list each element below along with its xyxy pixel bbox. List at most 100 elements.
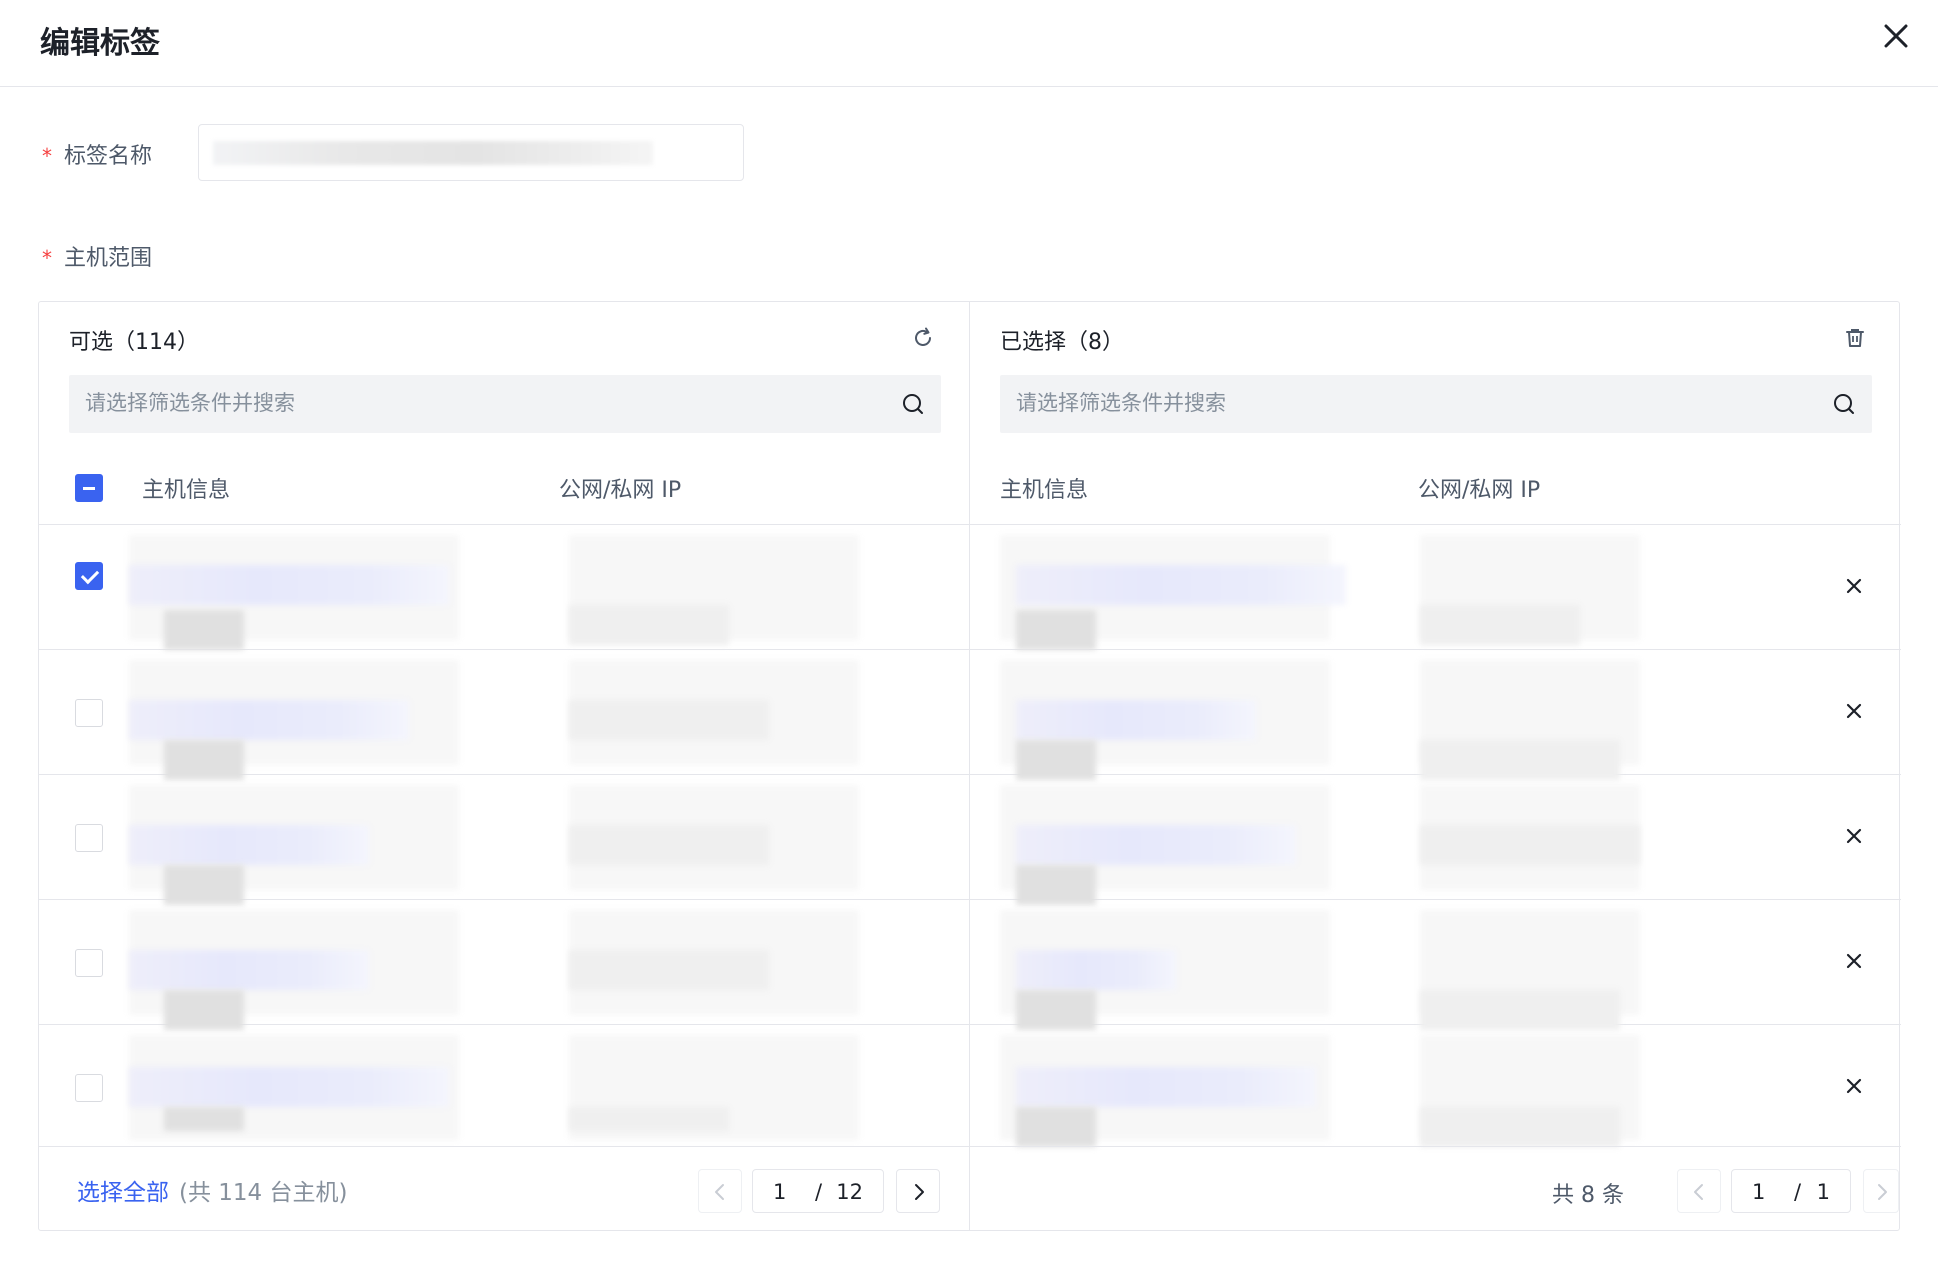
host-scope-label: * 主机范围 bbox=[42, 246, 153, 271]
tag-name-label: * 标签名称 bbox=[42, 144, 153, 169]
table-row[interactable] bbox=[39, 775, 969, 905]
row-checkbox[interactable] bbox=[75, 699, 103, 727]
table-row[interactable] bbox=[39, 1025, 969, 1150]
select-page-checkbox[interactable] bbox=[75, 474, 103, 502]
host-name-redacted bbox=[129, 1067, 449, 1107]
refresh-button[interactable] bbox=[911, 326, 935, 350]
host-sub-redacted bbox=[164, 990, 244, 1030]
total-hosts-text: (共 114 台主机) bbox=[179, 1180, 348, 1206]
ip-value-redacted bbox=[569, 605, 729, 645]
required-mark: * bbox=[42, 246, 52, 270]
current-page: 1 bbox=[773, 1180, 787, 1204]
tag-name-input[interactable] bbox=[198, 124, 744, 181]
ip-value-redacted bbox=[1420, 605, 1580, 645]
search-icon[interactable] bbox=[901, 392, 925, 416]
host-name-redacted bbox=[1016, 1067, 1316, 1107]
ip-value-redacted bbox=[1420, 825, 1640, 865]
close-icon[interactable] bbox=[1876, 16, 1916, 56]
col-ip: 公网/私网 IP bbox=[559, 478, 682, 503]
selected-table-header: 主机信息 公网/私网 IP bbox=[970, 444, 1901, 525]
host-sub-redacted bbox=[1016, 990, 1096, 1030]
selected-title: 已选择（8） bbox=[1000, 330, 1124, 355]
clear-all-button[interactable] bbox=[1843, 326, 1867, 350]
remove-icon[interactable] bbox=[1843, 575, 1865, 597]
available-title: 可选（114） bbox=[69, 330, 199, 355]
page-indicator[interactable]: 1 / 1 bbox=[1731, 1169, 1851, 1213]
ip-value-redacted bbox=[569, 825, 769, 865]
host-name-redacted bbox=[1016, 825, 1296, 865]
prev-page-button[interactable] bbox=[1677, 1169, 1721, 1213]
chevron-left-icon[interactable] bbox=[699, 1170, 743, 1214]
total-pages: 1 bbox=[1816, 1180, 1830, 1204]
ip-value-redacted bbox=[1420, 740, 1620, 780]
host-name-redacted bbox=[129, 825, 369, 865]
selected-search[interactable] bbox=[1000, 375, 1872, 433]
available-search[interactable] bbox=[69, 375, 941, 433]
host-sub-redacted bbox=[1016, 1107, 1096, 1147]
page-separator: / bbox=[815, 1180, 823, 1204]
trash-icon[interactable] bbox=[1843, 326, 1867, 350]
col-host-info: 主机信息 bbox=[1000, 478, 1089, 503]
host-sub-redacted bbox=[164, 865, 244, 905]
host-name-redacted bbox=[1016, 700, 1256, 740]
tag-name-value-redacted bbox=[213, 141, 653, 165]
ip-value-redacted bbox=[1420, 1107, 1620, 1147]
chevron-left-icon[interactable] bbox=[1678, 1170, 1722, 1214]
refresh-icon[interactable] bbox=[911, 326, 935, 350]
col-ip: 公网/私网 IP bbox=[1418, 478, 1541, 503]
available-table-header: 主机信息 公网/私网 IP bbox=[39, 444, 969, 525]
ip-value-redacted bbox=[569, 700, 769, 740]
total-pages: 12 bbox=[836, 1180, 863, 1204]
select-all-link[interactable]: 选择全部 bbox=[77, 1173, 169, 1207]
available-panel: 可选（114） 主机信息 公网/私网 IP bbox=[39, 302, 970, 1230]
required-mark: * bbox=[42, 144, 52, 168]
search-icon[interactable] bbox=[1832, 392, 1856, 416]
ip-value-redacted bbox=[1420, 990, 1620, 1030]
selected-total: 共 8 条 bbox=[1552, 1183, 1624, 1208]
selected-search-input[interactable] bbox=[1000, 375, 1820, 433]
selected-footer: 共 8 条 1 / 1 bbox=[970, 1146, 1901, 1230]
remove-icon[interactable] bbox=[1843, 950, 1865, 972]
row-checkbox[interactable] bbox=[75, 949, 103, 977]
dialog-header: 编辑标签 bbox=[0, 0, 1938, 87]
dialog-title: 编辑标签 bbox=[40, 26, 160, 61]
selected-panel: 已选择（8） 主机信息 公网/私网 IP bbox=[970, 302, 1901, 1230]
table-row bbox=[970, 525, 1901, 650]
ip-value-redacted bbox=[569, 950, 769, 990]
available-footer: 选择全部 (共 114 台主机) 1 / 12 bbox=[39, 1146, 969, 1230]
chevron-right-icon[interactable] bbox=[897, 1170, 941, 1214]
chevron-right-icon[interactable] bbox=[1864, 1170, 1900, 1214]
host-sub-redacted bbox=[1016, 740, 1096, 780]
host-sub-redacted bbox=[164, 740, 244, 780]
page-indicator[interactable]: 1 / 12 bbox=[752, 1169, 884, 1213]
available-search-input[interactable] bbox=[69, 375, 889, 433]
table-row bbox=[970, 900, 1901, 1030]
host-transfer: 可选（114） 主机信息 公网/私网 IP bbox=[38, 301, 1901, 1231]
close-button[interactable] bbox=[1876, 16, 1916, 56]
current-page: 1 bbox=[1752, 1180, 1766, 1204]
table-row[interactable] bbox=[39, 900, 969, 1030]
host-name-redacted bbox=[129, 700, 409, 740]
host-name-redacted bbox=[129, 950, 369, 990]
table-row bbox=[970, 650, 1901, 780]
host-sub-redacted bbox=[1016, 610, 1096, 650]
remove-icon[interactable] bbox=[1843, 825, 1865, 847]
page-separator: / bbox=[1794, 1180, 1802, 1204]
table-row bbox=[970, 775, 1901, 905]
row-checkbox[interactable] bbox=[75, 1074, 103, 1102]
remove-icon[interactable] bbox=[1843, 700, 1865, 722]
host-name-redacted bbox=[1016, 565, 1346, 605]
host-sub-redacted bbox=[164, 610, 244, 650]
next-page-button[interactable] bbox=[896, 1169, 940, 1213]
host-sub-redacted bbox=[1016, 865, 1096, 905]
col-host-info: 主机信息 bbox=[142, 478, 231, 503]
host-name-redacted bbox=[1016, 950, 1176, 990]
table-row[interactable] bbox=[39, 525, 969, 650]
row-checkbox[interactable] bbox=[75, 824, 103, 852]
table-row[interactable] bbox=[39, 650, 969, 780]
prev-page-button[interactable] bbox=[698, 1169, 742, 1213]
row-checkbox[interactable] bbox=[75, 562, 103, 590]
next-page-button[interactable] bbox=[1863, 1169, 1899, 1213]
remove-icon[interactable] bbox=[1843, 1075, 1865, 1097]
host-sub-redacted bbox=[164, 1107, 244, 1131]
